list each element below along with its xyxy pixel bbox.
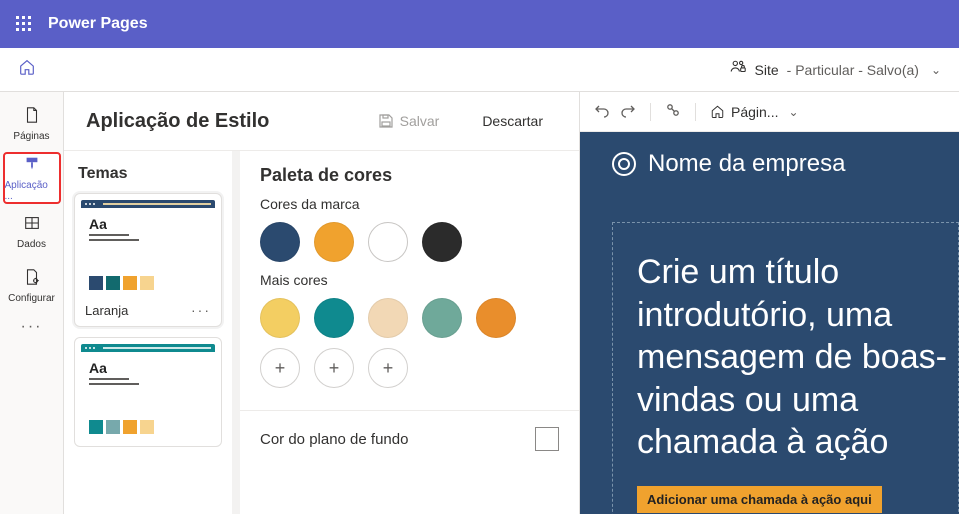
color-swatch[interactable]: [314, 222, 354, 262]
page-selector-label: Págin...: [731, 104, 778, 120]
save-label: Salvar: [400, 113, 440, 129]
color-swatch[interactable]: [422, 298, 462, 338]
preview-hero-section[interactable]: Crie um título introdutório, uma mensage…: [612, 222, 959, 514]
panel-body: Temas Aa Laranja ···: [64, 151, 579, 514]
theme-more-icon[interactable]: ···: [191, 302, 211, 318]
add-swatches: + + +: [260, 348, 559, 388]
bg-color-picker[interactable]: [535, 427, 559, 451]
table-icon: [23, 214, 41, 237]
color-swatch[interactable]: [368, 222, 408, 262]
color-swatch[interactable]: [476, 298, 516, 338]
rail-label: Dados: [17, 239, 46, 250]
preview-toolbar: Págin... ⌄: [580, 92, 959, 132]
add-color-button[interactable]: +: [368, 348, 408, 388]
redo-icon[interactable]: [620, 102, 636, 121]
gear-file-icon: [23, 268, 41, 291]
preview-hero-title: Crie um título introdutório, uma mensage…: [637, 251, 958, 464]
color-swatch[interactable]: [368, 298, 408, 338]
palette-title: Paleta de cores: [260, 165, 559, 186]
home-icon[interactable]: [18, 58, 36, 81]
bg-color-label: Cor do plano de fundo: [260, 431, 408, 448]
theme-card-1[interactable]: Aa Laranja ···: [74, 193, 222, 327]
theme-preview: Aa: [81, 200, 215, 296]
rail-more-icon[interactable]: ···: [21, 318, 43, 336]
site-visibility-button[interactable]: Site - Particular - Salvo(a) ⌄: [729, 58, 941, 81]
themes-label: Temas: [74, 165, 222, 183]
rail-label: Configurar: [8, 293, 55, 304]
add-color-button[interactable]: +: [260, 348, 300, 388]
panel-header: Aplicação de Estilo Salvar Descartar: [64, 92, 579, 151]
save-button[interactable]: Salvar: [363, 106, 455, 136]
brand-colors-label: Cores da marca: [260, 196, 559, 212]
preview-canvas: Nome da empresa Crie um título introdutó…: [580, 132, 959, 514]
preview-brand-name: Nome da empresa: [648, 150, 845, 178]
discard-label: Descartar: [482, 113, 543, 129]
brand-swatches: [260, 222, 559, 262]
rail-label: Aplicação ...: [5, 180, 59, 202]
brush-icon: [23, 155, 41, 178]
background-color-row: Cor do plano de fundo: [260, 427, 559, 451]
brand-logo-icon: [612, 152, 636, 176]
preview-column: Págin... ⌄ Nome da empresa Crie um títul…: [580, 92, 959, 514]
page-selector[interactable]: Págin... ⌄: [710, 104, 799, 120]
app-title: Power Pages: [48, 15, 148, 33]
add-color-button[interactable]: +: [314, 348, 354, 388]
theme-preview: Aa: [81, 344, 215, 440]
rail-item-data[interactable]: Dados: [3, 206, 61, 258]
page-icon: [23, 106, 41, 129]
app-launcher-icon[interactable]: [8, 8, 40, 40]
theme-card-2[interactable]: Aa: [74, 337, 222, 447]
chevron-down-icon[interactable]: ⌄: [931, 63, 941, 77]
rail-label: Páginas: [13, 131, 49, 142]
separator: [695, 103, 696, 121]
home-icon: [710, 104, 725, 119]
color-swatch[interactable]: [260, 222, 300, 262]
theme-name: Laranja: [85, 303, 128, 318]
left-rail: Páginas Aplicação ... Dados Configurar ·…: [0, 92, 64, 514]
palette-column: Paleta de cores Cores da marca Mais core…: [240, 151, 579, 514]
command-bar: Site - Particular - Salvo(a) ⌄: [0, 48, 959, 92]
separator: [650, 103, 651, 121]
chevron-down-icon: ⌄: [788, 105, 798, 119]
more-colors-label: Mais cores: [260, 272, 559, 288]
discard-button[interactable]: Descartar: [468, 107, 557, 135]
styling-panel: Aplicação de Estilo Salvar Descartar Tem…: [64, 92, 580, 514]
divider: [240, 410, 579, 411]
panel-title: Aplicação de Estilo: [86, 110, 349, 133]
site-label: Site: [755, 62, 779, 78]
color-swatch[interactable]: [314, 298, 354, 338]
main: Páginas Aplicação ... Dados Configurar ·…: [0, 92, 959, 514]
save-icon: [378, 113, 394, 129]
themes-column: Temas Aa Laranja ···: [64, 151, 240, 514]
rail-item-styling[interactable]: Aplicação ...: [3, 152, 61, 204]
undo-icon[interactable]: [594, 102, 610, 121]
link-icon[interactable]: [665, 102, 681, 121]
color-swatch[interactable]: [422, 222, 462, 262]
preview-brand-row: Nome da empresa: [612, 150, 959, 178]
people-lock-icon: [729, 58, 747, 81]
color-swatch[interactable]: [260, 298, 300, 338]
top-bar: Power Pages: [0, 0, 959, 48]
rail-item-pages[interactable]: Páginas: [3, 98, 61, 150]
more-swatches: [260, 298, 559, 338]
preview-cta-button[interactable]: Adicionar uma chamada à ação aqui: [637, 486, 882, 513]
site-status-text: - Particular - Salvo(a): [787, 62, 919, 78]
rail-item-configure[interactable]: Configurar: [3, 260, 61, 312]
